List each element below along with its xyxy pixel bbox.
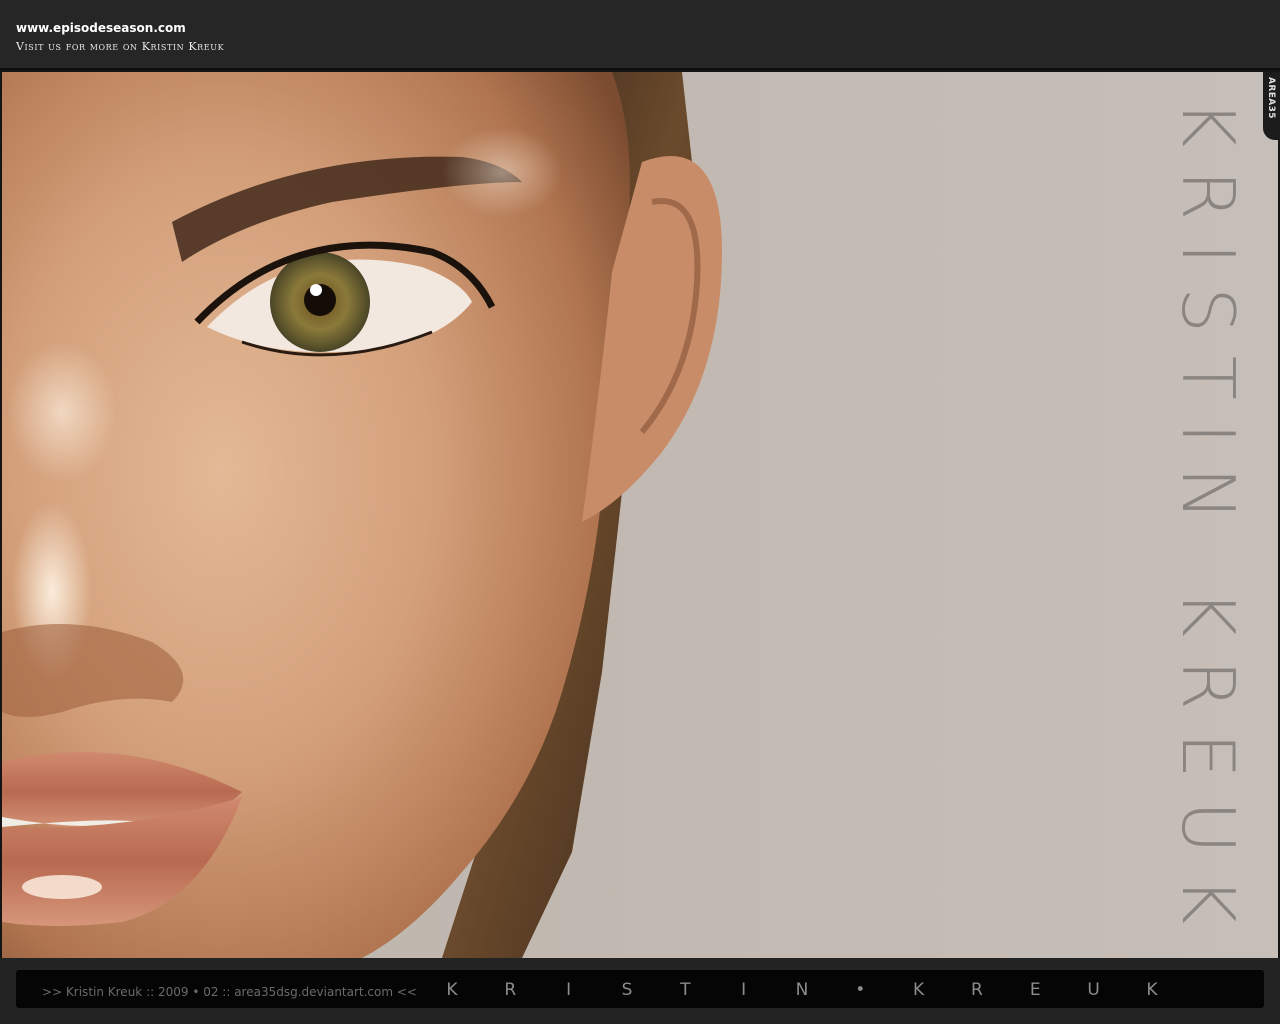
footer-spaced-letter: E	[1029, 980, 1041, 1000]
footer-spaced-name: K R I S T I N • K R E U K	[442, 980, 1162, 1000]
footer-credit[interactable]: >> Kristin Kreuk :: 2009 • 02 :: area35d…	[42, 985, 417, 999]
footer-spaced-letter: S	[621, 980, 633, 1000]
wallpaper-image: KRISTIN KREUK	[2, 72, 1278, 958]
footer-spaced-letter: •	[855, 980, 866, 1000]
site-url[interactable]: www.episodeseason.com	[16, 21, 186, 35]
header-bar: www.episodeseason.com Visit us for more …	[0, 0, 1280, 70]
footer-spaced-letter: U	[1087, 980, 1100, 1000]
footer-spaced-letter: K	[446, 980, 458, 1000]
footer-spaced-letter: I	[741, 980, 747, 1000]
footer-spaced-letter: R	[971, 980, 983, 1000]
footer-bar: >> Kristin Kreuk :: 2009 • 02 :: area35d…	[0, 958, 1280, 1024]
footer-spaced-letter: K	[913, 980, 925, 1000]
footer-spaced-letter: T	[680, 980, 691, 1000]
header-tagline: Visit us for more on Kristin Kreuk	[16, 40, 225, 53]
vertical-name-title: KRISTIN KREUK	[1166, 100, 1243, 930]
corner-tab-label: AREA35	[1266, 77, 1276, 119]
footer-strip: >> Kristin Kreuk :: 2009 • 02 :: area35d…	[16, 970, 1264, 1008]
footer-spaced-letter: R	[504, 980, 517, 1000]
footer-spaced-letter: K	[1146, 980, 1158, 1000]
vertical-title-text: KRISTIN KREUK	[1166, 100, 1243, 930]
footer-spaced-letter: N	[795, 980, 809, 1000]
face-photo	[2, 72, 1278, 958]
corner-tab: AREA35	[1263, 72, 1280, 140]
footer-spaced-letter: I	[566, 980, 572, 1000]
